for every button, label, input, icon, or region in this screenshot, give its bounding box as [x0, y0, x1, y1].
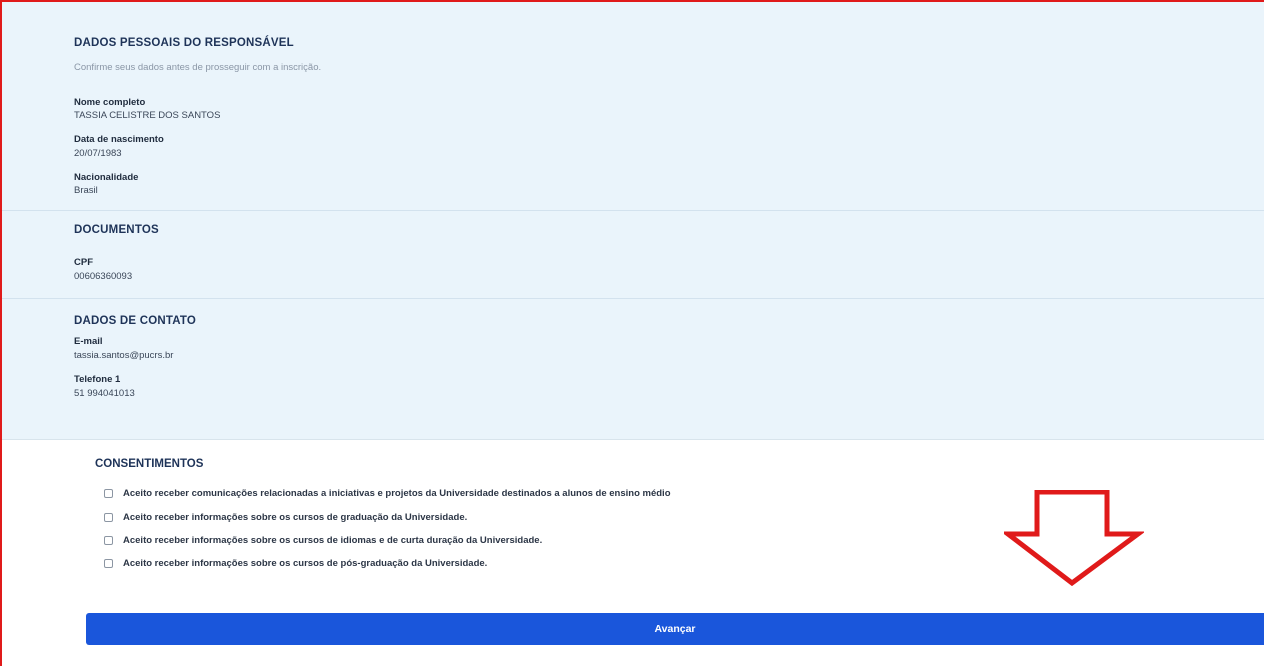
phone-value: 51 994041013: [74, 388, 135, 399]
personal-data-title: DADOS PESSOAIS DO RESPONSÁVEL: [74, 37, 294, 49]
consent-label-undergraduate: Aceito receber informações sobre os curs…: [123, 511, 468, 523]
documents-title: DOCUMENTOS: [74, 224, 159, 236]
red-down-arrow-icon: [1004, 490, 1144, 586]
advance-button[interactable]: Avançar: [86, 613, 1264, 645]
consents-title: CONSENTIMENTOS: [95, 458, 204, 470]
consent-checkbox-undergraduate[interactable]: [104, 512, 113, 522]
cpf-value: 00606360093: [74, 271, 133, 282]
full-name-value: TASSIA CELISTRE DOS SANTOS: [74, 110, 221, 121]
birth-date-label: Data de nascimento: [74, 134, 164, 145]
personal-data-subtitle: Confirme seus dados antes de prosseguir …: [74, 62, 322, 73]
full-name-label: Nome completo: [74, 97, 146, 108]
documents-section: DOCUMENTOS CPF 00606360093: [2, 211, 1264, 299]
cpf-label: CPF: [74, 257, 93, 268]
consent-label-postgraduate: Aceito receber informações sobre os curs…: [123, 557, 488, 569]
consent-item-high-school[interactable]: Aceito receber comunicações relacionadas…: [104, 486, 671, 500]
email-label: E-mail: [74, 336, 103, 347]
consent-item-undergraduate[interactable]: Aceito receber informações sobre os curs…: [104, 510, 467, 524]
email-value: tassia.santos@pucrs.br: [74, 350, 174, 361]
consent-checkbox-languages[interactable]: [104, 535, 113, 545]
phone-label: Telefone 1: [74, 374, 121, 385]
contact-section: DADOS DE CONTATO E-mail tassia.santos@pu…: [2, 299, 1264, 440]
consent-item-languages[interactable]: Aceito receber informações sobre os curs…: [104, 533, 542, 547]
consent-item-postgraduate[interactable]: Aceito receber informações sobre os curs…: [104, 556, 487, 570]
consent-checkbox-postgraduate[interactable]: [104, 558, 113, 568]
consent-checkbox-high-school[interactable]: [104, 488, 113, 498]
consent-label-languages: Aceito receber informações sobre os curs…: [123, 534, 543, 546]
nationality-label: Nacionalidade: [74, 172, 139, 183]
birth-date-value: 20/07/1983: [74, 148, 122, 159]
personal-data-section: DADOS PESSOAIS DO RESPONSÁVEL Confirme s…: [2, 2, 1264, 211]
contact-title: DADOS DE CONTATO: [74, 315, 197, 327]
nationality-value: Brasil: [74, 185, 98, 196]
consent-label-high-school: Aceito receber comunicações relacionadas…: [123, 487, 671, 499]
